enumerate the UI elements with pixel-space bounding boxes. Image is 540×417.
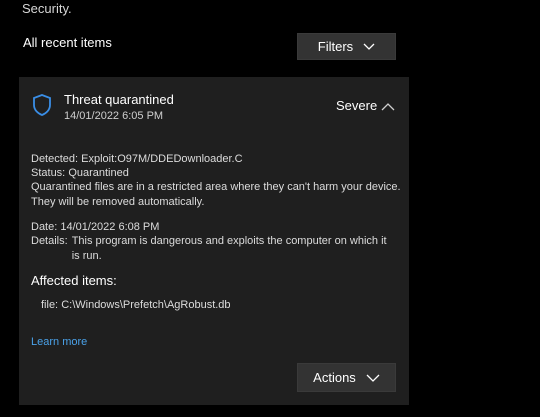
details-row: Details: This program is dangerous and e…	[31, 234, 401, 264]
details-label: Details:	[31, 235, 68, 247]
detected-label: Detected:	[31, 153, 79, 165]
threat-date: 14/01/2022 6:05 PM	[64, 110, 164, 122]
chevron-up-icon[interactable]	[381, 99, 395, 111]
section-heading-partial: Security.	[22, 1, 72, 16]
affected-file: file: C:\Windows\Prefetch\AgRobust.db	[41, 299, 231, 311]
status-label: Status:	[31, 167, 66, 179]
date-value: 14/01/2022 6:08 PM	[60, 221, 160, 233]
chevron-down-icon	[363, 43, 375, 51]
threat-card: Threat quarantined 14/01/2022 6:05 PM Se…	[19, 77, 409, 405]
status-row: Status: Quarantined	[31, 166, 129, 181]
details-value: This program is dangerous and exploits t…	[71, 235, 387, 262]
severity-label: Severe	[336, 98, 378, 113]
file-label: file:	[41, 299, 59, 311]
affected-items-heading: Affected items:	[31, 273, 117, 288]
actions-button-label: Actions	[313, 370, 356, 385]
actions-button[interactable]: Actions	[297, 363, 396, 392]
quarantine-note: Quarantined files are in a restricted ar…	[31, 181, 401, 208]
chevron-down-icon	[366, 374, 380, 382]
file-path: C:\Windows\Prefetch\AgRobust.db	[61, 299, 231, 311]
learn-more-link[interactable]: Learn more	[31, 336, 87, 348]
status-value: Quarantined	[68, 167, 129, 179]
filters-button-label: Filters	[317, 39, 354, 54]
threat-title: Threat quarantined	[64, 92, 174, 107]
shield-icon	[32, 94, 52, 116]
detected-row: Detected: Exploit:O97M/DDEDownloader.C	[31, 152, 243, 167]
filters-button[interactable]: Filters	[297, 33, 396, 60]
date-label: Date:	[31, 221, 58, 233]
all-recent-items-label: All recent items	[23, 35, 112, 50]
detected-value: Exploit:O97M/DDEDownloader.C	[81, 153, 243, 165]
date-row: Date: 14/01/2022 6:08 PM	[31, 220, 159, 235]
